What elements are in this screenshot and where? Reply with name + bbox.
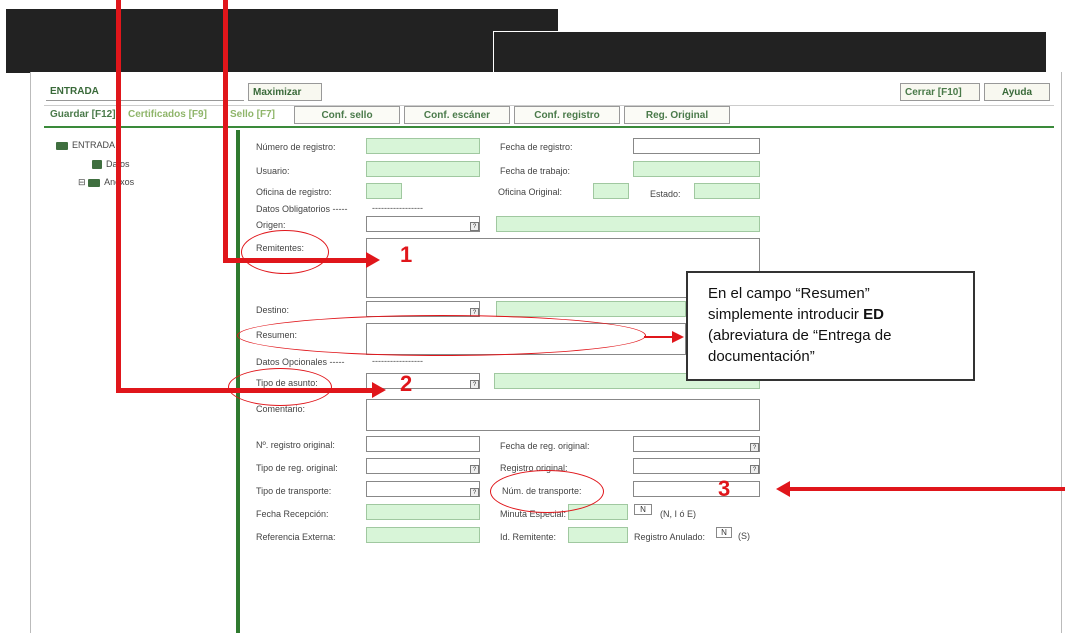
section-datos-opcionales-line: ----------------- <box>372 356 423 366</box>
origen-description-field <box>496 216 760 232</box>
label-origen: Origen: <box>256 220 286 230</box>
minuta-especial-value[interactable]: N <box>634 504 652 515</box>
arrow-head-3 <box>776 481 790 497</box>
tipo-transporte-lookup-icon[interactable]: ? <box>470 488 479 497</box>
redacted-title-block-2 <box>493 31 1047 77</box>
label-fecha-trabajo: Fecha de trabajo: <box>500 166 571 176</box>
tipo-reg-original-field[interactable] <box>366 458 480 474</box>
guardar-button[interactable]: Guardar [F12] <box>50 106 116 124</box>
tree-root-label: ENTRADA <box>72 140 116 150</box>
fecha-trabajo-field[interactable] <box>633 161 760 177</box>
registro-original-lookup-icon[interactable]: ? <box>750 465 759 474</box>
note-line-2-text: simplemente introducir <box>708 306 864 323</box>
note-line-2: simplemente introducir ED <box>708 304 957 325</box>
section-datos-opcionales: Datos Opcionales ----- <box>256 357 345 367</box>
annotation-horizontal-line-3 <box>790 487 1065 491</box>
instruction-note: En el campo “Resumen” simplemente introd… <box>686 271 975 381</box>
label-destino: Destino: <box>256 305 290 315</box>
conf-escaner-button[interactable]: Conf. escáner <box>404 106 510 124</box>
tipo-reg-original-lookup-icon[interactable]: ? <box>470 465 479 474</box>
cerrar-button[interactable]: Cerrar [F10] <box>900 83 980 101</box>
section-datos-obligatorios: Datos Obligatorios ----- <box>256 204 348 214</box>
label-estado: Estado: <box>650 189 681 199</box>
folder-icon <box>88 178 101 187</box>
tree-item-anexos[interactable]: ⊟ Anexos <box>78 177 134 188</box>
document-icon <box>92 160 102 170</box>
entrada-title: ENTRADA <box>46 83 244 101</box>
tree-item-datos[interactable]: Datos <box>92 159 130 170</box>
label-fecha-recepcion: Fecha Recepción: <box>256 509 329 519</box>
annotation-number-3: 3 <box>718 476 731 501</box>
oficina-registro-field[interactable] <box>366 183 402 199</box>
certificados-button[interactable]: Certificados [F9] <box>128 106 207 124</box>
registro-original-field[interactable] <box>633 458 760 474</box>
section-datos-obligatorios-line: ----------------- <box>372 203 423 213</box>
label-tipo-transporte: Tipo de transporte: <box>256 486 332 496</box>
label-fecha-reg-original: Fecha de reg. original: <box>500 441 590 451</box>
id-remitente-field[interactable] <box>568 527 628 543</box>
ellipse-num-transporte <box>490 470 604 513</box>
label-fecha-registro: Fecha de registro: <box>500 142 573 152</box>
maximizar-button[interactable]: Maximizar <box>248 83 322 101</box>
note-line-4: documentación” <box>708 348 815 365</box>
annotation-vertical-line-1 <box>116 0 121 393</box>
annotation-number-1: 1 <box>400 242 413 267</box>
tipo-asunto-lookup-icon[interactable]: ? <box>470 380 479 389</box>
label-oficina-registro: Oficina de registro: <box>256 187 332 197</box>
annotation-note-connector <box>644 336 674 338</box>
usuario-field[interactable] <box>366 161 480 177</box>
comentario-field[interactable] <box>366 399 760 431</box>
fecha-recepcion-field[interactable] <box>366 504 480 520</box>
conf-registro-button[interactable]: Conf. registro <box>514 106 620 124</box>
conf-sello-button[interactable]: Conf. sello <box>294 106 400 124</box>
toolbar: Guardar [F12] Certificados [F9] Sello [F… <box>44 106 1054 128</box>
annotation-vertical-line-2 <box>223 0 228 263</box>
fecha-reg-original-field[interactable] <box>633 436 760 452</box>
n-registro-original-field[interactable] <box>366 436 480 452</box>
tree-root[interactable]: ENTRADA <box>56 140 115 150</box>
estado-field[interactable] <box>694 183 760 199</box>
tipo-transporte-field[interactable] <box>366 481 480 497</box>
ellipse-remitentes <box>241 230 329 274</box>
registro-anulado-value[interactable]: N <box>716 527 732 538</box>
registro-anulado-hint: (S) <box>738 531 750 541</box>
label-n-registro-original: Nº. registro original: <box>256 440 335 450</box>
ellipse-resumen <box>237 315 646 356</box>
label-registro-anulado: Registro Anulado: <box>634 532 706 542</box>
num-transporte-field[interactable] <box>633 481 760 497</box>
label-oficina-original: Oficina Original: <box>498 187 563 197</box>
redacted-title-block <box>6 9 558 73</box>
arrow-head-1 <box>366 252 380 268</box>
referencia-externa-field[interactable] <box>366 527 480 543</box>
label-usuario: Usuario: <box>256 166 290 176</box>
arrow-head-2 <box>372 382 386 398</box>
numero-registro-field[interactable] <box>366 138 480 154</box>
tree-expander-icon[interactable]: ⊟ <box>78 177 86 187</box>
origen-field[interactable] <box>366 216 480 232</box>
note-line-1: En el campo “Resumen” <box>708 285 870 302</box>
oficina-original-field[interactable] <box>593 183 629 199</box>
reg-original-button[interactable]: Reg. Original <box>624 106 730 124</box>
note-line-3: (abreviatura de “Entrega de <box>708 327 892 344</box>
sello-button[interactable]: Sello [F7] <box>230 106 275 124</box>
fecha-reg-original-calendar-icon[interactable]: ? <box>750 443 759 452</box>
folder-icon <box>56 141 68 150</box>
destino-description-field <box>496 301 686 317</box>
annotation-number-2: 2 <box>400 371 413 396</box>
label-numero-registro: Número de registro: <box>256 142 336 152</box>
minuta-especial-hint: (N, I ó E) <box>660 509 697 519</box>
label-id-remitente: Id. Remitente: <box>500 532 557 542</box>
label-tipo-reg-original: Tipo de reg. original: <box>256 463 338 473</box>
top-bar: ENTRADA Maximizar Cerrar [F10] Ayuda <box>44 81 1054 106</box>
ayuda-button[interactable]: Ayuda <box>984 83 1050 101</box>
arrow-head-note <box>672 331 684 343</box>
fecha-registro-field[interactable] <box>633 138 760 154</box>
ellipse-tipo-asunto <box>228 368 332 406</box>
label-referencia-externa: Referencia Externa: <box>256 532 336 542</box>
note-line-2-bold: ED <box>863 306 884 323</box>
origen-lookup-icon[interactable]: ? <box>470 222 479 231</box>
